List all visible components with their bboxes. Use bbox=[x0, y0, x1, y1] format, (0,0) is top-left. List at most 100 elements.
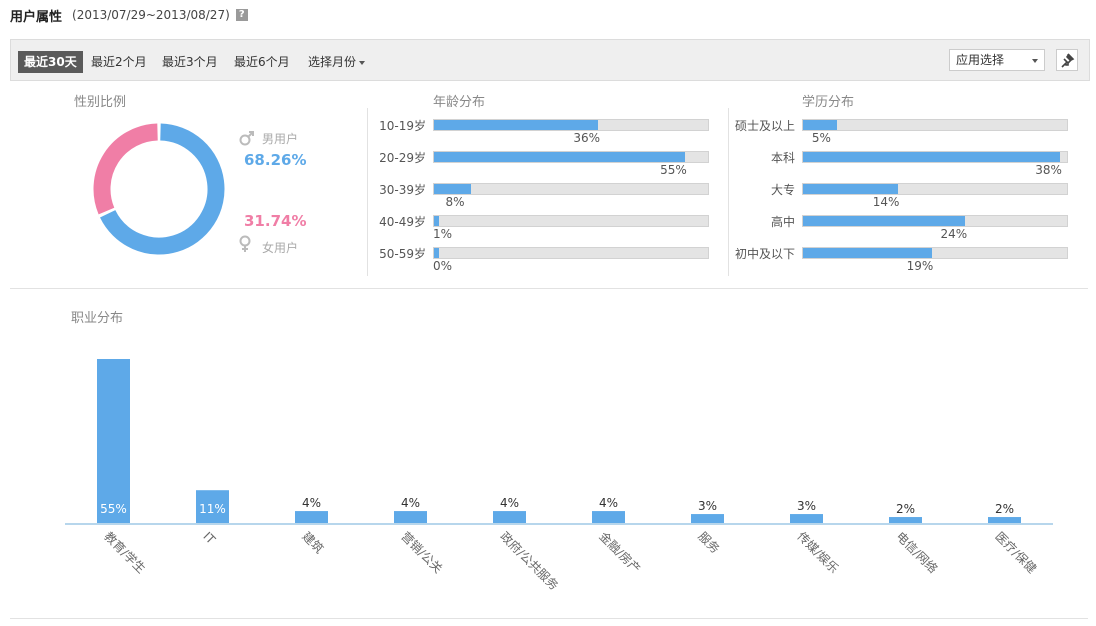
education-row-bar-fill bbox=[803, 216, 966, 226]
education-row-percent: 19% bbox=[906, 259, 934, 273]
pin-button[interactable] bbox=[1056, 49, 1078, 71]
occupation-category-label: 电信/网络 bbox=[893, 529, 940, 576]
age-row-percent: 55% bbox=[660, 163, 687, 177]
male-percent: 68.26% bbox=[244, 151, 307, 169]
male-label: 男用户 bbox=[262, 132, 299, 146]
occupation-value-label: 2% bbox=[995, 502, 1014, 516]
education-row-bar-fill bbox=[803, 184, 898, 194]
occupation-value-label: 4% bbox=[302, 496, 321, 510]
occupation-bar bbox=[97, 359, 130, 523]
education-row-percent: 24% bbox=[940, 227, 968, 241]
occupation-category-label: 政府/公共服务 bbox=[497, 529, 561, 593]
age-row-label: 20-29岁 bbox=[379, 151, 426, 165]
education-row-bar-track bbox=[802, 151, 1068, 163]
divider bbox=[10, 618, 1088, 619]
education-row-percent: 38% bbox=[1035, 163, 1062, 177]
occupation-bar bbox=[394, 511, 427, 523]
education-row-label: 高中 bbox=[770, 215, 795, 229]
female-icon bbox=[236, 234, 254, 258]
pin-icon bbox=[1061, 53, 1075, 68]
page-header: 用户属性 (2013/07/29~2013/08/27) ? bbox=[10, 6, 248, 25]
chevron-down-icon bbox=[1032, 59, 1038, 63]
education-row-percent: 5% bbox=[811, 131, 831, 145]
age-row-bar-track bbox=[433, 183, 709, 195]
occupation-value-label: 55% bbox=[100, 502, 127, 516]
education-row-bar-track bbox=[802, 119, 1068, 131]
education-row-bar-fill bbox=[803, 152, 1061, 162]
age-row-percent: 8% bbox=[445, 195, 465, 209]
age-row-bar-fill bbox=[434, 248, 439, 258]
tab-last-2-months[interactable]: 最近2个月 bbox=[91, 51, 147, 73]
male-icon bbox=[238, 129, 256, 151]
date-range: (2013/07/29~2013/08/27) bbox=[72, 8, 230, 22]
age-row-percent: 1% bbox=[433, 227, 453, 241]
age-title: 年龄分布 bbox=[433, 95, 486, 110]
chevron-down-icon bbox=[359, 60, 366, 65]
gender-donut-chart bbox=[93, 123, 225, 255]
age-row-label: 40-49岁 bbox=[379, 215, 426, 229]
occupation-bar bbox=[889, 517, 922, 523]
occupation-value-label: 11% bbox=[199, 502, 226, 516]
occupation-bar-chart: 55% 教育/学生 11% IT 4% 建筑 4% 营销/公关 4% 政府/公共服务 4% 金融/房产… bbox=[65, 359, 1053, 593]
occupation-bar bbox=[988, 517, 1021, 523]
education-row-bar-fill bbox=[803, 120, 837, 130]
occupation-category-label: 营销/公关 bbox=[398, 529, 445, 576]
occupation-bar bbox=[295, 511, 328, 523]
age-row-bar-fill bbox=[434, 120, 599, 130]
tab-last-30-days[interactable]: 最近30天 bbox=[18, 51, 83, 73]
age-row-percent: 0% bbox=[433, 259, 453, 273]
occupation-value-label: 4% bbox=[401, 496, 420, 510]
occupation-category-label: 金融/房产 bbox=[596, 529, 643, 576]
age-row-bar-fill bbox=[434, 152, 686, 162]
age-row-bar-track bbox=[433, 215, 709, 227]
gender-title: 性别比例 bbox=[74, 95, 127, 110]
occupation-value-label: 2% bbox=[896, 502, 915, 516]
education-row-bar-track bbox=[802, 247, 1068, 259]
education-row-bar-track bbox=[802, 183, 1068, 195]
education-row-percent: 14% bbox=[872, 195, 900, 209]
tab-last-3-months[interactable]: 最近3个月 bbox=[162, 51, 218, 73]
app-select[interactable]: 应用选择 bbox=[949, 49, 1045, 71]
education-row-label: 初中及以下 bbox=[734, 247, 795, 261]
help-icon[interactable]: ? bbox=[235, 9, 248, 21]
period-toolbar: 最近30天 最近2个月 最近3个月 最近6个月 选择月份 应用选择 bbox=[10, 39, 1090, 81]
occupation-category-label: 建筑 bbox=[299, 529, 327, 557]
female-percent: 31.74% bbox=[244, 212, 307, 230]
education-row-bar-fill bbox=[803, 248, 932, 258]
occupation-category-label: IT bbox=[200, 529, 218, 547]
occupation-bar bbox=[691, 514, 724, 523]
age-row-label: 30-39岁 bbox=[379, 183, 426, 197]
occupation-value-label: 3% bbox=[797, 499, 816, 513]
page-title: 用户属性 bbox=[10, 9, 63, 25]
occupation-category-label: 传媒/娱乐 bbox=[794, 529, 841, 576]
education-title: 学历分布 bbox=[802, 95, 855, 110]
donut-slice-female bbox=[93, 123, 159, 215]
occupation-bar bbox=[592, 511, 625, 523]
age-row-percent: 36% bbox=[573, 131, 601, 145]
occupation-bar bbox=[493, 511, 526, 523]
occupation-value-label: 4% bbox=[599, 496, 618, 510]
occupation-bar bbox=[790, 514, 823, 523]
age-row-bar-track bbox=[433, 247, 709, 259]
occupation-category-label: 医疗/保健 bbox=[992, 529, 1039, 576]
age-row-bar-track bbox=[433, 151, 709, 163]
occupation-category-label: 服务 bbox=[695, 529, 723, 557]
month-select-label: 选择月份 bbox=[308, 55, 357, 69]
occupation-value-label: 4% bbox=[500, 496, 519, 510]
occupation-value-label: 3% bbox=[698, 499, 717, 513]
occupation-category-label: 教育/学生 bbox=[101, 529, 148, 576]
age-row-bar-fill bbox=[434, 184, 471, 194]
age-row-bar-fill bbox=[434, 216, 439, 226]
age-row-bar-track bbox=[433, 119, 709, 131]
education-row-bar-track bbox=[802, 215, 1068, 227]
education-row-label: 硕士及以上 bbox=[734, 119, 795, 133]
female-label: 女用户 bbox=[262, 241, 299, 255]
education-row-label: 本科 bbox=[770, 151, 795, 165]
app-select-label: 应用选择 bbox=[956, 53, 1005, 67]
age-row-label: 10-19岁 bbox=[379, 119, 426, 133]
divider bbox=[10, 288, 1088, 289]
age-row-label: 50-59岁 bbox=[379, 247, 426, 261]
education-row-label: 大专 bbox=[770, 183, 795, 197]
tab-last-6-months[interactable]: 最近6个月 bbox=[234, 51, 290, 73]
month-select-dropdown[interactable]: 选择月份 bbox=[308, 51, 366, 73]
